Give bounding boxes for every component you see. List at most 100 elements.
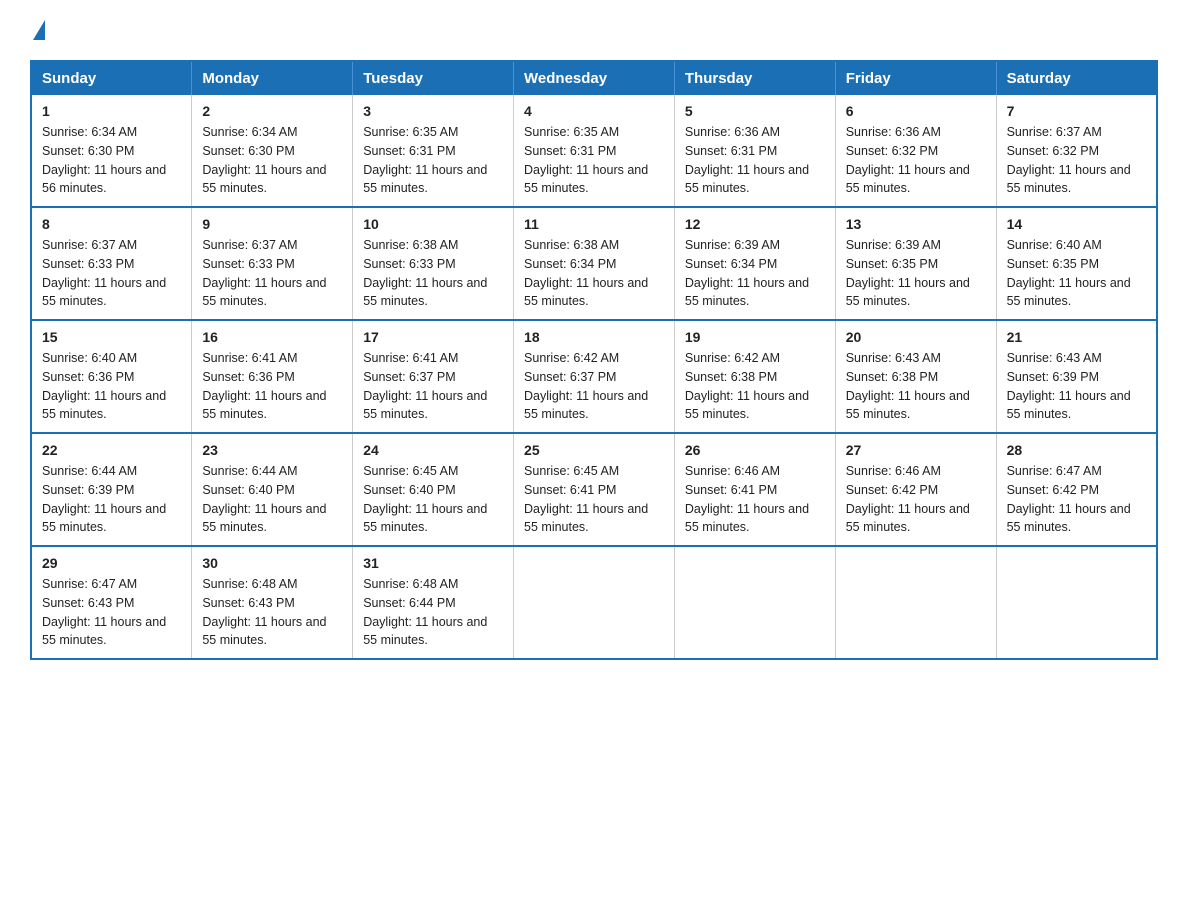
daylight-label: Daylight: 11 hours and 55 minutes. xyxy=(363,163,487,196)
sunset-label: Sunset: 6:35 PM xyxy=(1007,257,1099,271)
sunrise-label: Sunrise: 6:34 AM xyxy=(42,125,137,139)
daylight-label: Daylight: 11 hours and 55 minutes. xyxy=(202,502,326,535)
calendar-cell: 15 Sunrise: 6:40 AM Sunset: 6:36 PM Dayl… xyxy=(31,320,192,433)
col-header-wednesday: Wednesday xyxy=(514,61,675,95)
day-number: 23 xyxy=(202,442,342,458)
day-number: 31 xyxy=(363,555,503,571)
day-number: 30 xyxy=(202,555,342,571)
sunrise-label: Sunrise: 6:35 AM xyxy=(363,125,458,139)
sunrise-label: Sunrise: 6:40 AM xyxy=(1007,238,1102,252)
sunset-label: Sunset: 6:31 PM xyxy=(524,144,616,158)
daylight-label: Daylight: 11 hours and 55 minutes. xyxy=(1007,163,1131,196)
sunset-label: Sunset: 6:41 PM xyxy=(685,483,777,497)
day-info: Sunrise: 6:37 AM Sunset: 6:32 PM Dayligh… xyxy=(1007,123,1146,198)
calendar-cell: 24 Sunrise: 6:45 AM Sunset: 6:40 PM Dayl… xyxy=(353,433,514,546)
sunset-label: Sunset: 6:42 PM xyxy=(846,483,938,497)
daylight-label: Daylight: 11 hours and 55 minutes. xyxy=(846,502,970,535)
calendar-cell: 25 Sunrise: 6:45 AM Sunset: 6:41 PM Dayl… xyxy=(514,433,675,546)
day-info: Sunrise: 6:45 AM Sunset: 6:40 PM Dayligh… xyxy=(363,462,503,537)
sunset-label: Sunset: 6:43 PM xyxy=(202,596,294,610)
sunset-label: Sunset: 6:37 PM xyxy=(524,370,616,384)
daylight-label: Daylight: 11 hours and 55 minutes. xyxy=(524,389,648,422)
calendar-cell: 16 Sunrise: 6:41 AM Sunset: 6:36 PM Dayl… xyxy=(192,320,353,433)
daylight-label: Daylight: 11 hours and 55 minutes. xyxy=(524,163,648,196)
sunset-label: Sunset: 6:33 PM xyxy=(363,257,455,271)
col-header-saturday: Saturday xyxy=(996,61,1157,95)
day-number: 14 xyxy=(1007,216,1146,232)
calendar-cell: 22 Sunrise: 6:44 AM Sunset: 6:39 PM Dayl… xyxy=(31,433,192,546)
sunrise-label: Sunrise: 6:34 AM xyxy=(202,125,297,139)
sunset-label: Sunset: 6:36 PM xyxy=(42,370,134,384)
calendar-cell: 27 Sunrise: 6:46 AM Sunset: 6:42 PM Dayl… xyxy=(835,433,996,546)
sunrise-label: Sunrise: 6:38 AM xyxy=(524,238,619,252)
daylight-label: Daylight: 11 hours and 55 minutes. xyxy=(363,389,487,422)
day-number: 6 xyxy=(846,103,986,119)
calendar-cell: 18 Sunrise: 6:42 AM Sunset: 6:37 PM Dayl… xyxy=(514,320,675,433)
day-info: Sunrise: 6:36 AM Sunset: 6:31 PM Dayligh… xyxy=(685,123,825,198)
day-info: Sunrise: 6:46 AM Sunset: 6:41 PM Dayligh… xyxy=(685,462,825,537)
daylight-label: Daylight: 11 hours and 55 minutes. xyxy=(685,276,809,309)
day-info: Sunrise: 6:38 AM Sunset: 6:34 PM Dayligh… xyxy=(524,236,664,311)
day-info: Sunrise: 6:38 AM Sunset: 6:33 PM Dayligh… xyxy=(363,236,503,311)
sunset-label: Sunset: 6:31 PM xyxy=(685,144,777,158)
daylight-label: Daylight: 11 hours and 55 minutes. xyxy=(363,615,487,648)
sunrise-label: Sunrise: 6:39 AM xyxy=(846,238,941,252)
sunset-label: Sunset: 6:34 PM xyxy=(524,257,616,271)
day-number: 1 xyxy=(42,103,181,119)
sunrise-label: Sunrise: 6:44 AM xyxy=(42,464,137,478)
day-info: Sunrise: 6:41 AM Sunset: 6:36 PM Dayligh… xyxy=(202,349,342,424)
daylight-label: Daylight: 11 hours and 55 minutes. xyxy=(363,502,487,535)
day-number: 7 xyxy=(1007,103,1146,119)
sunrise-label: Sunrise: 6:36 AM xyxy=(846,125,941,139)
day-info: Sunrise: 6:42 AM Sunset: 6:37 PM Dayligh… xyxy=(524,349,664,424)
calendar-cell: 29 Sunrise: 6:47 AM Sunset: 6:43 PM Dayl… xyxy=(31,546,192,659)
daylight-label: Daylight: 11 hours and 56 minutes. xyxy=(42,163,166,196)
daylight-label: Daylight: 11 hours and 55 minutes. xyxy=(42,389,166,422)
sunrise-label: Sunrise: 6:46 AM xyxy=(685,464,780,478)
calendar-cell: 17 Sunrise: 6:41 AM Sunset: 6:37 PM Dayl… xyxy=(353,320,514,433)
sunset-label: Sunset: 6:39 PM xyxy=(42,483,134,497)
sunset-label: Sunset: 6:42 PM xyxy=(1007,483,1099,497)
sunset-label: Sunset: 6:40 PM xyxy=(202,483,294,497)
day-number: 11 xyxy=(524,216,664,232)
day-number: 12 xyxy=(685,216,825,232)
day-number: 25 xyxy=(524,442,664,458)
day-info: Sunrise: 6:41 AM Sunset: 6:37 PM Dayligh… xyxy=(363,349,503,424)
calendar-cell: 19 Sunrise: 6:42 AM Sunset: 6:38 PM Dayl… xyxy=(674,320,835,433)
sunset-label: Sunset: 6:34 PM xyxy=(685,257,777,271)
calendar-cell: 26 Sunrise: 6:46 AM Sunset: 6:41 PM Dayl… xyxy=(674,433,835,546)
logo-arrow-icon xyxy=(33,20,45,40)
col-header-friday: Friday xyxy=(835,61,996,95)
sunrise-label: Sunrise: 6:41 AM xyxy=(363,351,458,365)
page-header xyxy=(30,20,1158,40)
sunrise-label: Sunrise: 6:48 AM xyxy=(363,577,458,591)
day-info: Sunrise: 6:45 AM Sunset: 6:41 PM Dayligh… xyxy=(524,462,664,537)
day-info: Sunrise: 6:44 AM Sunset: 6:39 PM Dayligh… xyxy=(42,462,181,537)
daylight-label: Daylight: 11 hours and 55 minutes. xyxy=(846,163,970,196)
daylight-label: Daylight: 11 hours and 55 minutes. xyxy=(202,389,326,422)
sunset-label: Sunset: 6:39 PM xyxy=(1007,370,1099,384)
daylight-label: Daylight: 11 hours and 55 minutes. xyxy=(202,276,326,309)
day-number: 27 xyxy=(846,442,986,458)
day-info: Sunrise: 6:40 AM Sunset: 6:35 PM Dayligh… xyxy=(1007,236,1146,311)
sunrise-label: Sunrise: 6:48 AM xyxy=(202,577,297,591)
sunset-label: Sunset: 6:41 PM xyxy=(524,483,616,497)
sunset-label: Sunset: 6:36 PM xyxy=(202,370,294,384)
calendar-cell: 5 Sunrise: 6:36 AM Sunset: 6:31 PM Dayli… xyxy=(674,95,835,207)
calendar-cell: 21 Sunrise: 6:43 AM Sunset: 6:39 PM Dayl… xyxy=(996,320,1157,433)
sunrise-label: Sunrise: 6:43 AM xyxy=(1007,351,1102,365)
calendar-cell: 7 Sunrise: 6:37 AM Sunset: 6:32 PM Dayli… xyxy=(996,95,1157,207)
day-number: 9 xyxy=(202,216,342,232)
sunrise-label: Sunrise: 6:44 AM xyxy=(202,464,297,478)
calendar-cell xyxy=(996,546,1157,659)
calendar-cell: 28 Sunrise: 6:47 AM Sunset: 6:42 PM Dayl… xyxy=(996,433,1157,546)
daylight-label: Daylight: 11 hours and 55 minutes. xyxy=(846,276,970,309)
sunrise-label: Sunrise: 6:37 AM xyxy=(42,238,137,252)
day-number: 2 xyxy=(202,103,342,119)
day-info: Sunrise: 6:47 AM Sunset: 6:42 PM Dayligh… xyxy=(1007,462,1146,537)
day-info: Sunrise: 6:46 AM Sunset: 6:42 PM Dayligh… xyxy=(846,462,986,537)
sunrise-label: Sunrise: 6:37 AM xyxy=(1007,125,1102,139)
sunset-label: Sunset: 6:33 PM xyxy=(202,257,294,271)
calendar-cell: 2 Sunrise: 6:34 AM Sunset: 6:30 PM Dayli… xyxy=(192,95,353,207)
calendar-cell: 3 Sunrise: 6:35 AM Sunset: 6:31 PM Dayli… xyxy=(353,95,514,207)
